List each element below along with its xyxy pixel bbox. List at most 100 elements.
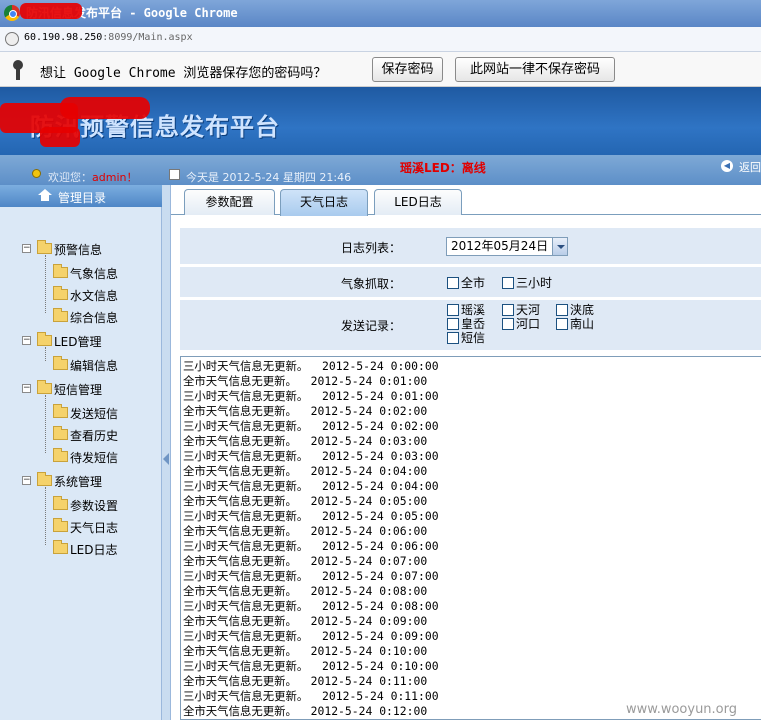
log-line: 三小时天气信息无更新。 2012-5-24 0:05:00 [183, 509, 439, 523]
folder-icon [53, 426, 68, 440]
folder-icon [53, 308, 68, 322]
menu-group[interactable]: − LED管理 [0, 332, 160, 351]
collapse-toggle-icon[interactable]: − [22, 244, 31, 253]
collapse-arrow-icon [163, 453, 169, 465]
back-link[interactable]: 返回 [739, 159, 761, 175]
collapse-toggle-icon[interactable]: − [22, 384, 31, 393]
log-line: 全市天气信息无更新。 2012-5-24 0:08:00 [183, 584, 428, 598]
url-text[interactable]: 60.190.98.250:8099/Main.aspx [24, 32, 193, 43]
log-line: 全市天气信息无更新。 2012-5-24 0:04:00 [183, 464, 428, 478]
sidebar-item-label: 气象信息 [70, 267, 119, 281]
log-line: 三小时天气信息无更新。 2012-5-24 0:08:00 [183, 599, 439, 613]
sidebar-item[interactable]: 编辑信息 [0, 356, 160, 375]
log-line: 三小时天气信息无更新。 2012-5-24 0:04:00 [183, 479, 439, 493]
sidebar-item-label: 综合信息 [70, 311, 119, 325]
log-line: 全市天气信息无更新。 2012-5-24 0:05:00 [183, 494, 428, 508]
log-line: 全市天气信息无更新。 2012-5-24 0:09:00 [183, 614, 428, 628]
sidebar-item[interactable]: 天气日志 [0, 518, 160, 537]
log-line: 三小时天气信息无更新。 2012-5-24 0:01:00 [183, 389, 439, 403]
folder-icon [37, 332, 52, 346]
chevron-down-icon[interactable] [552, 238, 567, 255]
menu-group[interactable]: − 短信管理 [0, 380, 160, 399]
log-line: 全市天气信息无更新。 2012-5-24 0:07:00 [183, 554, 428, 568]
sidebar-item-label: 天气日志 [70, 521, 119, 535]
send-record-label: 发送记录： [340, 319, 401, 333]
sidebar-item[interactable]: 综合信息 [0, 308, 160, 327]
calendar-icon [169, 169, 180, 180]
log-line: 三小时天气信息无更新。 2012-5-24 0:06:00 [183, 539, 439, 553]
back-arrow-icon[interactable]: ◀ [721, 160, 733, 172]
address-bar[interactable]: 60.190.98.250:8099/Main.aspx [0, 27, 761, 52]
log-line: 全市天气信息无更新。 2012-5-24 0:10:00 [183, 644, 428, 658]
never-save-password-button[interactable]: 此网站一律不保存密码 [455, 57, 615, 82]
password-infobar: 想让 Google Chrome 浏览器保存您的密码吗？ 保存密码 此网站一律不… [0, 52, 761, 87]
log-date-select[interactable]: 2012年05月24日 [446, 237, 568, 256]
folder-icon [37, 472, 52, 486]
menu-group-label: LED管理 [54, 335, 102, 349]
user-icon [32, 169, 41, 178]
tab-led-log[interactable]: LED日志 [374, 189, 462, 215]
sidebar-item-label: 参数设置 [70, 499, 119, 513]
current-date: 今天是 2012-5-24 星期四 21:46 [186, 171, 352, 184]
collapse-toggle-icon[interactable]: − [22, 476, 31, 485]
sidebar-item-label: 查看历史 [70, 429, 119, 443]
sidebar-item[interactable]: 气象信息 [0, 264, 160, 283]
sidebar-header: 管理目录 [0, 185, 162, 207]
log-line: 全市天气信息无更新。 2012-5-24 0:03:00 [183, 434, 428, 448]
sidebar-item[interactable]: 参数设置 [0, 496, 160, 515]
sidebar-item[interactable]: 水文信息 [0, 286, 160, 305]
menu-group-label: 短信管理 [54, 383, 103, 397]
chrome-icon [4, 5, 20, 21]
folder-icon [53, 448, 68, 462]
sidebar-item-label: 编辑信息 [70, 359, 119, 373]
log-line: 三小时天气信息无更新。 2012-5-24 0:07:00 [183, 569, 439, 583]
menu-group[interactable]: − 预警信息 [0, 240, 160, 259]
folder-icon [53, 356, 68, 370]
folder-icon [53, 264, 68, 278]
folder-icon [37, 240, 52, 254]
info-bar: 欢迎您：admin！ 今天是 2012-5-24 星期四 21:46 瑶溪LED… [0, 155, 761, 185]
folder-icon [53, 496, 68, 510]
sidebar-collapse-handle[interactable] [162, 185, 171, 720]
tab-weather-log[interactable]: 天气日志 [280, 189, 368, 216]
log-list-label: 日志列表： [340, 241, 401, 255]
menu-group-label: 预警信息 [54, 243, 103, 257]
username: admin！ [92, 171, 138, 184]
log-line: 全市天气信息无更新。 2012-5-24 0:06:00 [183, 524, 428, 538]
key-icon [12, 60, 24, 80]
home-icon [38, 189, 52, 201]
globe-icon [5, 32, 19, 46]
log-line: 三小时天气信息无更新。 2012-5-24 0:00:00 [183, 359, 439, 373]
sidebar-item-label: 待发短信 [70, 451, 119, 465]
window-title-bar: 防汛信息发布平台 - Google Chrome [0, 0, 761, 27]
weather-log-textarea[interactable]: 三小时天气信息无更新。 2012-5-24 0:00:00 全市天气信息无更新。 … [180, 356, 761, 720]
folder-icon [53, 286, 68, 300]
app-banner: 防汛预警信息发布平台 [0, 87, 761, 155]
welcome-text: 欢迎您：admin！ [48, 171, 138, 184]
collapse-toggle-icon[interactable]: − [22, 336, 31, 345]
sidebar-item[interactable]: 待发短信 [0, 448, 160, 467]
redaction-scribble [20, 3, 82, 19]
password-prompt: 想让 Google Chrome 浏览器保存您的密码吗？ [40, 66, 327, 81]
log-line: 全市天气信息无更新。 2012-5-24 0:02:00 [183, 404, 428, 418]
sidebar-item[interactable]: 发送短信 [0, 404, 160, 423]
log-line: 全市天气信息无更新。 2012-5-24 0:11:00 [183, 674, 428, 688]
menu-group-label: 系统管理 [54, 475, 103, 489]
fetch-label: 气象抓取： [340, 277, 401, 291]
folder-icon [53, 540, 68, 554]
sidebar-item[interactable]: 查看历史 [0, 426, 160, 445]
watermark: www.wooyun.org [626, 702, 738, 717]
sidebar-item-label: 发送短信 [70, 407, 119, 421]
tab-parameter-config[interactable]: 参数配置 [184, 189, 275, 215]
sidebar-item[interactable]: LED日志 [0, 540, 160, 559]
sidebar: 管理目录 − 预警信息气象信息水文信息综合信息 − LED管理编辑信息 − 短信管理发送短… [0, 185, 162, 720]
folder-icon [37, 380, 52, 394]
tab-strip: 参数配置 天气日志 LED日志 [171, 185, 761, 216]
redaction-scribble [60, 97, 150, 119]
folder-icon [53, 404, 68, 418]
save-password-button[interactable]: 保存密码 [372, 57, 443, 82]
led-status: 瑶溪LED：离线 [400, 161, 486, 175]
redaction-scribble [40, 127, 80, 147]
menu-group[interactable]: − 系统管理 [0, 472, 160, 491]
folder-icon [53, 518, 68, 532]
